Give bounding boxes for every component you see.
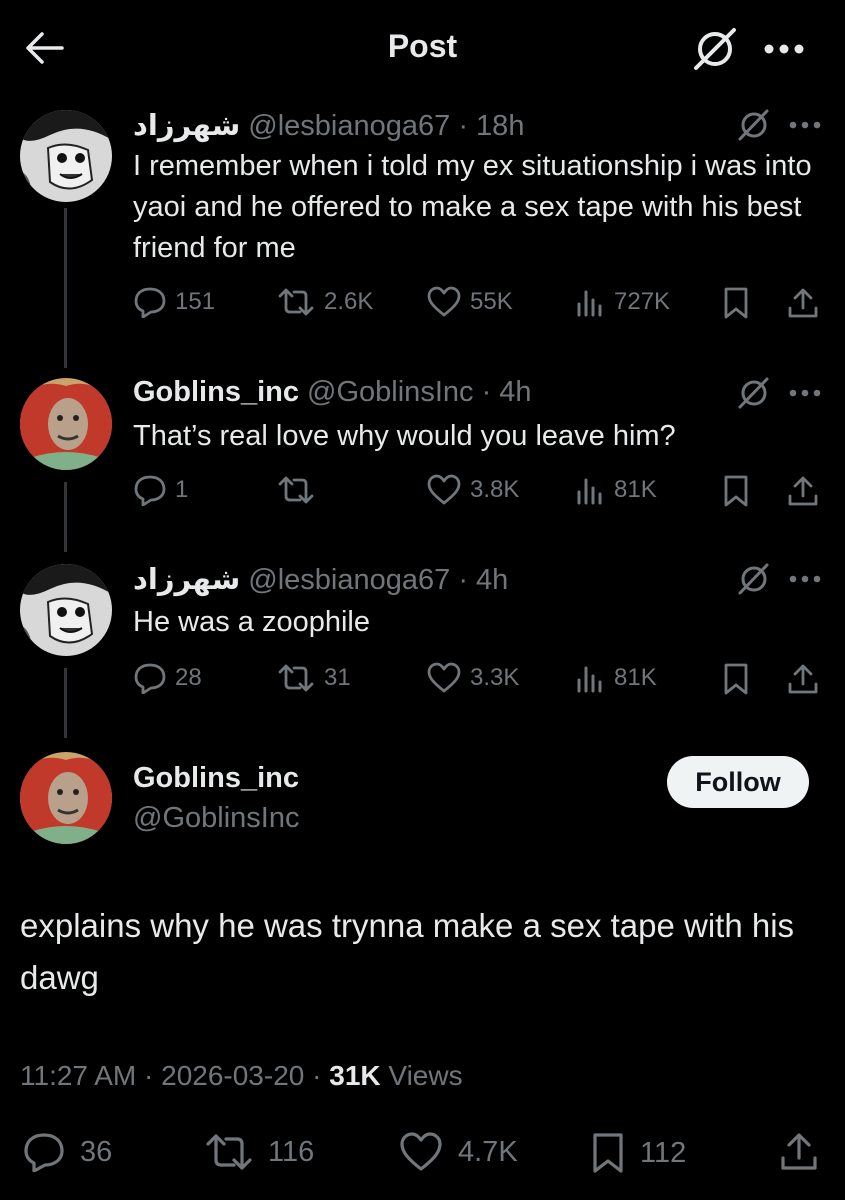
more-horizontal-icon[interactable] — [788, 119, 822, 131]
reply-count: 1 — [175, 476, 189, 503]
reply-icon — [133, 286, 167, 318]
reply-count: 36 — [80, 1135, 113, 1168]
display-name[interactable]: شهرزاد — [133, 564, 240, 596]
heart-icon — [426, 662, 462, 694]
like-button[interactable]: 3.8K — [426, 474, 519, 506]
reply-icon — [133, 662, 167, 694]
more-horizontal-icon[interactable] — [788, 573, 822, 585]
bookmark-icon[interactable] — [722, 286, 750, 320]
more-horizontal-icon[interactable] — [788, 387, 822, 399]
repost-button[interactable] — [276, 474, 316, 506]
top-bar: Post — [0, 0, 845, 95]
post-metadata: 11:27 AM · 2026-03-20 · 31K Views — [20, 1060, 463, 1092]
repost-icon — [276, 662, 316, 694]
reply-count: 28 — [175, 664, 202, 691]
post-header: شهرزاد @lesbianoga67 · 4h — [133, 562, 508, 597]
analytics-icon — [576, 286, 606, 318]
avatar[interactable] — [20, 110, 112, 202]
heart-icon — [398, 1132, 444, 1172]
reply-button[interactable]: 1 — [133, 474, 188, 506]
more-horizontal-icon[interactable] — [762, 42, 806, 56]
reply-button[interactable]: 36 — [22, 1132, 112, 1172]
bookmark-icon — [590, 1132, 626, 1174]
views-button[interactable]: 727K — [576, 286, 670, 318]
repost-button[interactable]: 2.6K — [276, 286, 373, 318]
share-icon[interactable] — [786, 286, 820, 320]
reply-button[interactable]: 151 — [133, 286, 215, 318]
reply-count: 151 — [175, 288, 216, 315]
display-name[interactable]: شهرزاد — [133, 110, 240, 142]
post-text: I remember when i told my ex situationsh… — [133, 150, 812, 264]
repost-count: 116 — [268, 1135, 315, 1168]
view-count: 81K — [614, 664, 657, 691]
view-count: 727K — [614, 288, 671, 315]
post-time: 11:27 AM — [20, 1060, 137, 1091]
separator-dot: · — [144, 1060, 154, 1091]
reply-icon — [22, 1132, 66, 1172]
post-time: · 4h — [481, 376, 532, 408]
post-time: · 18h — [458, 110, 525, 142]
like-count: 3.3K — [470, 664, 520, 691]
like-count: 4.7K — [458, 1135, 518, 1168]
post-date: 2026-03-20 — [161, 1060, 305, 1091]
thread-post[interactable]: شهرزاد @lesbianoga67 · 4h He was a zooph… — [0, 556, 845, 706]
heart-icon — [426, 286, 462, 318]
analytics-icon — [576, 662, 606, 694]
like-button[interactable]: 4.7K — [398, 1132, 518, 1172]
separator-dot: · — [312, 1060, 322, 1091]
thread-post[interactable]: شهرزاد @lesbianoga67 · 18h I remember wh… — [0, 100, 845, 350]
share-icon[interactable] — [786, 662, 820, 696]
follow-button[interactable]: Follow — [667, 756, 809, 808]
repost-icon — [204, 1132, 254, 1172]
grok-icon[interactable] — [736, 376, 770, 410]
thread-post[interactable]: Goblins_inc @GoblinsInc · 4h That’s real… — [0, 370, 845, 520]
like-button[interactable]: 55K — [426, 286, 513, 318]
display-name[interactable]: Goblins_inc — [133, 762, 299, 795]
repost-icon — [276, 474, 316, 506]
repost-count: 31 — [324, 664, 351, 691]
share-icon[interactable] — [778, 1130, 820, 1172]
user-handle[interactable]: @GoblinsInc — [133, 802, 299, 835]
like-count: 55K — [470, 288, 513, 315]
grok-icon[interactable] — [736, 108, 770, 142]
post-header: Goblins_inc @GoblinsInc · 4h — [133, 376, 532, 409]
grok-icon[interactable] — [690, 26, 738, 72]
repost-button[interactable]: 116 — [204, 1132, 314, 1172]
post-time: · 4h — [458, 564, 509, 596]
post-text: He was a zoophile — [133, 606, 370, 638]
user-handle[interactable]: @lesbianoga67 — [248, 110, 450, 142]
repost-count: 2.6K — [324, 288, 374, 315]
avatar[interactable] — [20, 378, 112, 470]
user-handle[interactable]: @lesbianoga67 — [248, 564, 450, 596]
repost-icon — [276, 286, 316, 318]
views-button[interactable]: 81K — [576, 662, 657, 694]
post-text: That’s real love why would you leave him… — [133, 420, 676, 452]
post-header: شهرزاد @lesbianoga67 · 18h — [133, 108, 524, 143]
bookmark-icon[interactable] — [722, 474, 750, 508]
grok-icon[interactable] — [736, 562, 770, 596]
bookmark-count: 112 — [640, 1136, 687, 1169]
analytics-icon — [576, 474, 606, 506]
bookmark-button[interactable]: 112 — [590, 1132, 686, 1174]
display-name[interactable]: Goblins_inc — [133, 376, 299, 408]
like-button[interactable]: 3.3K — [426, 662, 519, 694]
reply-icon — [133, 474, 167, 506]
views-count: 31K — [329, 1060, 381, 1091]
user-handle[interactable]: @GoblinsInc — [307, 376, 473, 408]
views-label[interactable]: Views — [388, 1060, 462, 1091]
repost-button[interactable]: 31 — [276, 662, 351, 694]
post-text: explains why he was trynna make a sex ta… — [20, 907, 795, 996]
share-icon[interactable] — [786, 474, 820, 508]
views-button[interactable]: 81K — [576, 474, 657, 506]
avatar[interactable] — [20, 564, 112, 656]
bookmark-icon[interactable] — [722, 662, 750, 696]
avatar[interactable] — [20, 752, 112, 844]
like-count: 3.8K — [470, 476, 520, 503]
view-count: 81K — [614, 476, 657, 503]
reply-button[interactable]: 28 — [133, 662, 202, 694]
heart-icon — [426, 474, 462, 506]
